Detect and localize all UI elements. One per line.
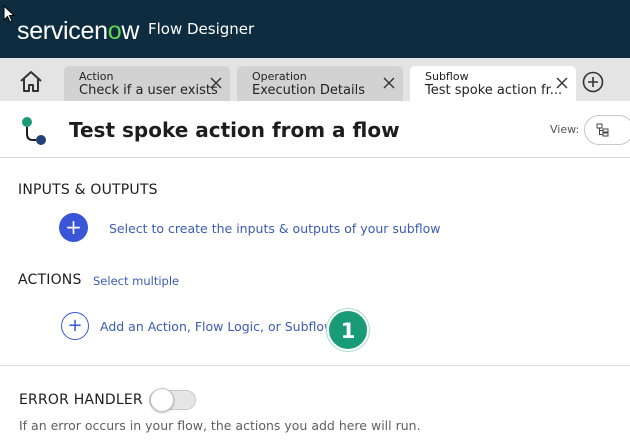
error-handler-note: If an error occurs in your flow, the act… <box>19 418 421 433</box>
app-header: servicenow Flow Designer <box>0 0 630 58</box>
mouse-cursor-icon <box>3 5 16 23</box>
toggle-knob <box>150 388 174 412</box>
subflow-icon <box>22 117 46 145</box>
tab-name-label: Check if a user exists <box>79 83 218 98</box>
tree-view-icon <box>596 123 609 137</box>
servicenow-logo[interactable]: servicenow <box>17 17 139 46</box>
title-row: Test spoke action from a flow View: <box>0 101 630 158</box>
section-divider <box>0 365 630 366</box>
tab-type-label: Action <box>79 70 114 83</box>
close-icon[interactable] <box>210 77 222 89</box>
plus-icon: + <box>67 315 83 336</box>
tab-name-label: Test spoke action fr... <box>425 83 563 98</box>
view-label: View: <box>550 123 580 136</box>
add-action-button[interactable]: + <box>61 312 89 340</box>
create-inputs-outputs-link[interactable]: Select to create the inputs & outputs of… <box>109 221 441 236</box>
view-toggle-button[interactable] <box>584 115 630 145</box>
add-action-link[interactable]: Add an Action, Flow Logic, or Subflow <box>100 319 334 334</box>
page-title: Test spoke action from a flow <box>69 118 400 142</box>
tab-operation[interactable]: Operation Execution Details <box>237 66 403 101</box>
actions-heading: ACTIONS <box>18 272 82 288</box>
close-icon[interactable] <box>556 77 568 89</box>
tab-name-label: Execution Details <box>252 83 365 98</box>
step-number: 1 <box>340 319 356 343</box>
tab-subflow[interactable]: Subflow Test spoke action fr... <box>410 66 576 101</box>
add-inputs-outputs-button[interactable]: + <box>59 213 88 242</box>
error-handler-toggle[interactable] <box>149 388 196 412</box>
close-icon[interactable] <box>383 77 395 89</box>
step-number-badge: 1 <box>327 309 369 351</box>
tab-action[interactable]: Action Check if a user exists <box>64 66 230 101</box>
home-icon[interactable] <box>18 70 44 94</box>
app-name: Flow Designer <box>148 20 255 38</box>
tab-bar: Action Check if a user exists Operation … <box>0 58 630 101</box>
plus-icon: + <box>65 215 82 239</box>
tab-type-label: Subflow <box>425 70 469 83</box>
tab-type-label: Operation <box>252 70 307 83</box>
inputs-outputs-heading: INPUTS & OUTPUTS <box>18 182 158 198</box>
select-multiple-link[interactable]: Select multiple <box>93 274 179 288</box>
error-handler-heading: ERROR HANDLER <box>19 392 143 408</box>
add-tab-icon[interactable] <box>582 71 604 93</box>
brand-text: servicenow <box>17 17 140 45</box>
